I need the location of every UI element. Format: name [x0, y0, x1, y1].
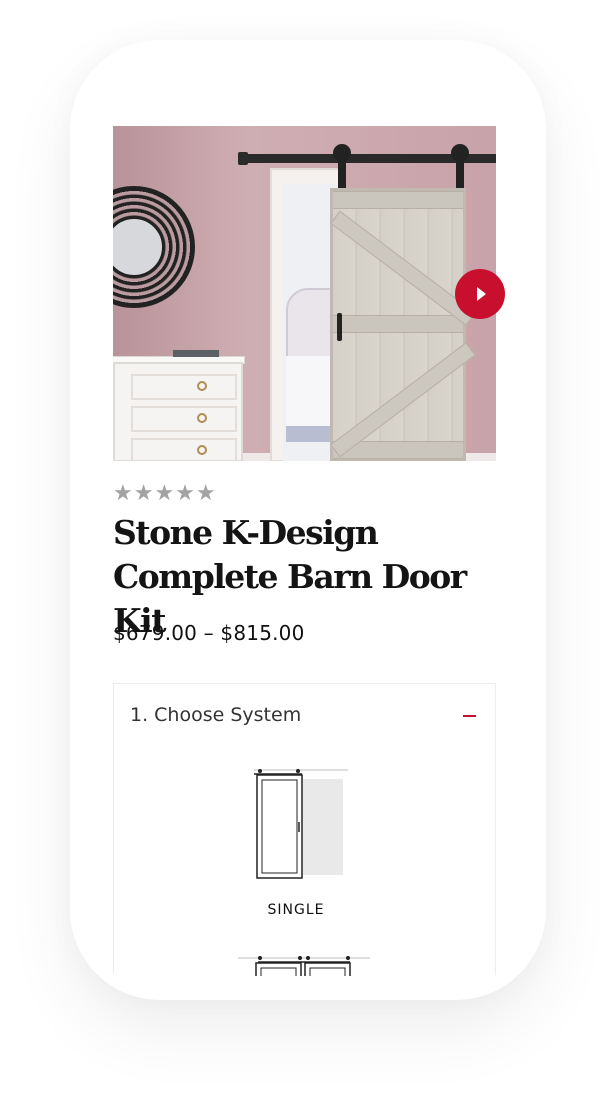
product-price: $679.00 – $815.00 [113, 621, 305, 645]
double-door-icon [238, 956, 370, 976]
rating-stars[interactable]: ★★★★★ [113, 481, 217, 506]
system-option-single-label: SINGLE [267, 902, 325, 918]
barn-door [330, 188, 476, 461]
product-image[interactable] [113, 126, 496, 461]
minus-icon[interactable] [463, 715, 476, 717]
choose-system-panel: 1. Choose System SINGLE [113, 683, 496, 976]
dresser [113, 362, 243, 461]
mobile-screen: ★★★★★ Stone K-Design Complete Barn Door … [97, 108, 515, 976]
system-option-single[interactable]: SINGLE [240, 766, 352, 926]
play-right-icon [477, 287, 486, 301]
single-door-icon [254, 769, 348, 879]
choose-system-heading[interactable]: 1. Choose System [130, 704, 301, 726]
door-handle [337, 313, 342, 341]
next-image-button[interactable] [455, 269, 505, 319]
system-option-double[interactable] [238, 952, 378, 976]
